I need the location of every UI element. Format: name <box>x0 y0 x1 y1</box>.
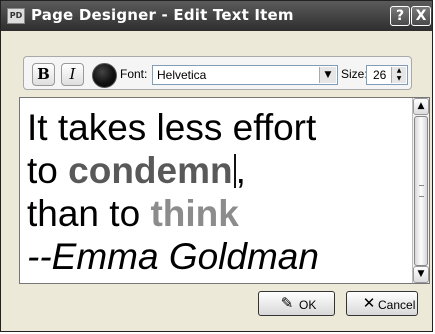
cancel-label: Cancel <box>378 298 416 312</box>
chevron-down-icon[interactable]: ▼ <box>319 67 336 83</box>
cancel-button[interactable]: ✕ Cancel <box>346 291 418 316</box>
scroll-up-button[interactable]: ▲ <box>413 98 429 115</box>
editor-line[interactable]: --Emma Goldman <box>27 235 412 278</box>
grip-icon <box>419 185 424 197</box>
editor-line[interactable]: than to think <box>27 192 412 235</box>
font-dropdown[interactable]: Helvetica ▼ <box>152 65 338 85</box>
scrollbar-thumb[interactable] <box>414 116 428 266</box>
font-value: Helvetica <box>157 68 207 82</box>
title-bar[interactable]: PD Page Designer - Edit Text Item ? X <box>1 1 432 31</box>
font-label: Font: <box>120 67 148 81</box>
ok-icon: ✎ <box>280 295 294 312</box>
size-value: 26 <box>373 68 387 82</box>
size-spin-buttons[interactable]: ▲ ▼ <box>391 67 406 83</box>
close-button[interactable]: X <box>411 6 431 26</box>
line-prefix: than to <box>27 193 151 234</box>
size-label: Size: <box>341 67 368 81</box>
formatting-toolbar: B I Font: Helvetica ▼ Size: 26 ▲ ▼ <box>23 56 412 90</box>
scroll-down-button[interactable]: ▼ <box>413 266 429 283</box>
line-suffix: , <box>235 150 246 191</box>
emphasized-word: think <box>150 193 239 234</box>
page-designer-icon: PD <box>7 8 25 24</box>
emphasized-word: condemn <box>68 150 233 191</box>
editor-line[interactable]: to condemn, <box>27 149 412 192</box>
size-stepper[interactable]: 26 ▲ ▼ <box>366 65 408 85</box>
help-button[interactable]: ? <box>390 6 410 26</box>
edit-text-dialog: PD Page Designer - Edit Text Item ? X B … <box>0 0 433 332</box>
ok-label: OK <box>299 298 317 312</box>
text-color-button[interactable] <box>92 63 117 88</box>
italic-button[interactable]: I <box>61 63 84 86</box>
vertical-scrollbar[interactable]: ▲ ▼ <box>412 98 429 283</box>
editor-content[interactable]: It takes less effort to condemn, than to… <box>27 106 412 278</box>
window-title: Page Designer - Edit Text Item <box>31 6 294 24</box>
cancel-icon: ✕ <box>362 295 376 312</box>
bold-button[interactable]: B <box>32 63 55 86</box>
line-prefix: to <box>27 150 69 191</box>
text-editor[interactable]: It takes less effort to condemn, than to… <box>19 97 430 284</box>
ok-button[interactable]: ✎ OK <box>258 291 335 316</box>
editor-line[interactable]: It takes less effort <box>27 106 412 149</box>
